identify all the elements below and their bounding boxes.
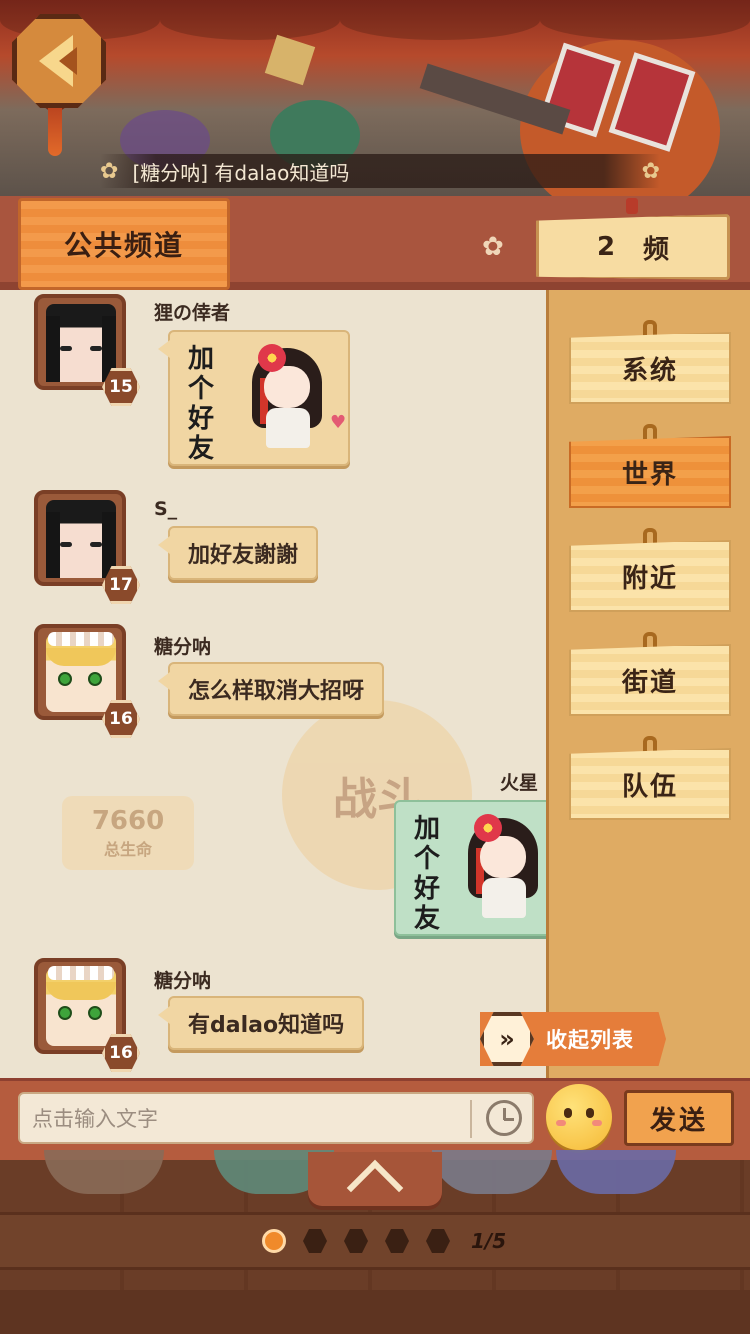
channel-number: 2	[596, 232, 616, 262]
chevron-left-inner-icon	[59, 47, 77, 75]
tab-team[interactable]: 队伍	[569, 748, 731, 820]
back-button[interactable]	[12, 14, 106, 108]
history-clock-icon[interactable]	[486, 1100, 522, 1136]
sticker-character: ♥	[236, 338, 346, 448]
tab-world[interactable]: 世界	[569, 436, 731, 508]
page-dot[interactable]	[385, 1229, 409, 1253]
tab-system[interactable]: 系统	[569, 332, 731, 404]
chat-bubble[interactable]: 有dalao知道吗	[157, 996, 365, 1050]
page-dot[interactable]	[303, 1229, 327, 1253]
username: 糖分呐	[154, 970, 212, 992]
floor	[0, 1290, 750, 1334]
chat-bubble[interactable]: 怎么样取消大招呀	[157, 662, 385, 716]
sticker-text: 加个好友	[188, 344, 215, 464]
page-dot-active[interactable]	[262, 1229, 286, 1253]
page-dot[interactable]	[426, 1229, 450, 1253]
channel-suffix: 频	[643, 234, 670, 265]
pin-icon	[626, 198, 638, 214]
username: 狸の倖者	[154, 302, 231, 324]
tab-street[interactable]: 街道	[569, 644, 731, 716]
pagination: 1/5	[262, 1226, 506, 1256]
message-input[interactable]: 点击输入文字	[18, 1092, 534, 1144]
collapse-list-button[interactable]: » 收起列表	[480, 1012, 666, 1066]
flower-icon: ✿	[641, 158, 660, 184]
username-self: 火星	[500, 772, 539, 794]
sticker-character	[452, 808, 546, 918]
double-chevron-right-icon: »	[480, 1012, 534, 1066]
sticker-message-self[interactable]: 加个好友	[394, 800, 546, 936]
username: 糖分呐	[154, 636, 212, 658]
input-divider	[470, 1100, 472, 1138]
hp-watermark: 7660 总生命	[62, 796, 194, 870]
chat-bubble[interactable]: 加好友謝謝	[157, 526, 319, 580]
channel-sidebar: 系统 世界 附近 街道 队伍	[546, 290, 750, 1078]
tassel	[48, 104, 62, 156]
page-count: 1/5	[471, 1229, 507, 1253]
emoji-button[interactable]	[546, 1084, 612, 1150]
sticker-message[interactable]: 加个好友 ♥	[158, 330, 350, 466]
chat-message-list[interactable]: 战斗 7660 总生命 15 狸の倖者 加个好友 ♥ 17 S_ 加好友謝謝 1…	[0, 290, 546, 1078]
sticker-text: 加个好友	[414, 814, 441, 934]
latest-message-ticker: ✿ [糖分呐] 有dalao知道吗 ✿	[100, 154, 660, 188]
page-dot[interactable]	[344, 1229, 368, 1253]
username: S_	[154, 498, 178, 520]
channel-title-tab: 公共频道	[18, 198, 230, 290]
flower-icon: ✿	[482, 232, 504, 262]
channel-number-selector[interactable]: 2 频	[536, 214, 730, 280]
collapse-list-label: 收起列表	[546, 1028, 634, 1052]
send-button[interactable]: 发送	[624, 1090, 734, 1146]
ticker-text: [糖分呐] 有dalao知道吗	[132, 160, 350, 185]
tab-nearby[interactable]: 附近	[569, 540, 731, 612]
expand-up-button[interactable]	[308, 1152, 442, 1217]
flower-icon: ✿	[100, 158, 119, 184]
